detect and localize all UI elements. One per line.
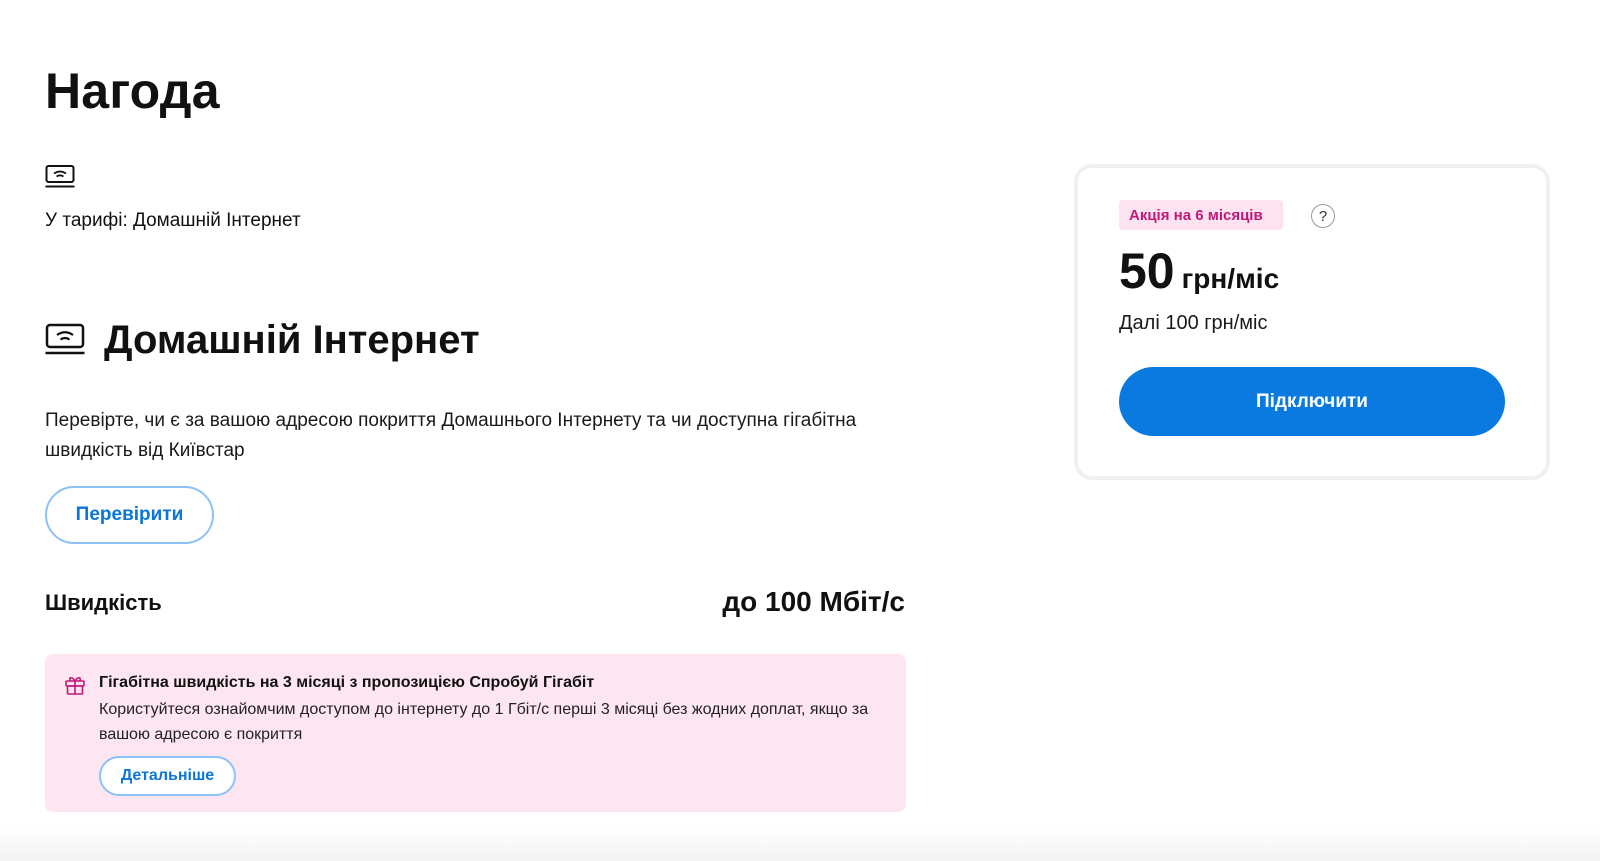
speed-label: Швидкість <box>45 590 162 615</box>
tariff-label: У тарифі: Домашній Інтернет <box>45 210 301 231</box>
check-coverage-button[interactable]: Перевірити <box>45 486 214 544</box>
connect-button[interactable]: Підключити <box>1119 367 1505 436</box>
bottom-fade <box>0 827 1600 861</box>
price-after-promo: Далі 100 грн/міс <box>1119 312 1268 334</box>
promo-badge: Акція на 6 місяців <box>1119 200 1283 230</box>
offer-page: Нагода У тарифі: Домашній Інтернет Домаш… <box>0 0 1600 861</box>
page-title: Нагода <box>45 63 220 119</box>
price-card: Акція на 6 місяців ? 50 грн/міс Далі 100… <box>1074 164 1550 480</box>
price-row: 50 грн/міс <box>1119 242 1279 300</box>
gift-icon <box>65 677 85 695</box>
price-unit: грн/міс <box>1181 263 1280 294</box>
promo-text: Користуйтеся ознайомчим доступом до інте… <box>99 701 869 743</box>
router-icon <box>45 165 75 188</box>
details-button[interactable]: Детальніше <box>99 756 236 796</box>
price-amount: 50 <box>1119 243 1175 299</box>
gigabit-promo-box: Гігабітна швидкість на 3 місяці з пропоз… <box>45 654 906 812</box>
help-icon[interactable]: ? <box>1311 204 1335 228</box>
section-title: Домашній Інтернет <box>104 318 480 362</box>
router-icon <box>45 323 85 355</box>
speed-value: до 100 Мбіт/с <box>722 586 905 617</box>
promo-title: Гігабітна швидкість на 3 місяці з пропоз… <box>99 674 595 691</box>
section-description: Перевірте, чи є за вашою адресою покритт… <box>45 410 857 461</box>
